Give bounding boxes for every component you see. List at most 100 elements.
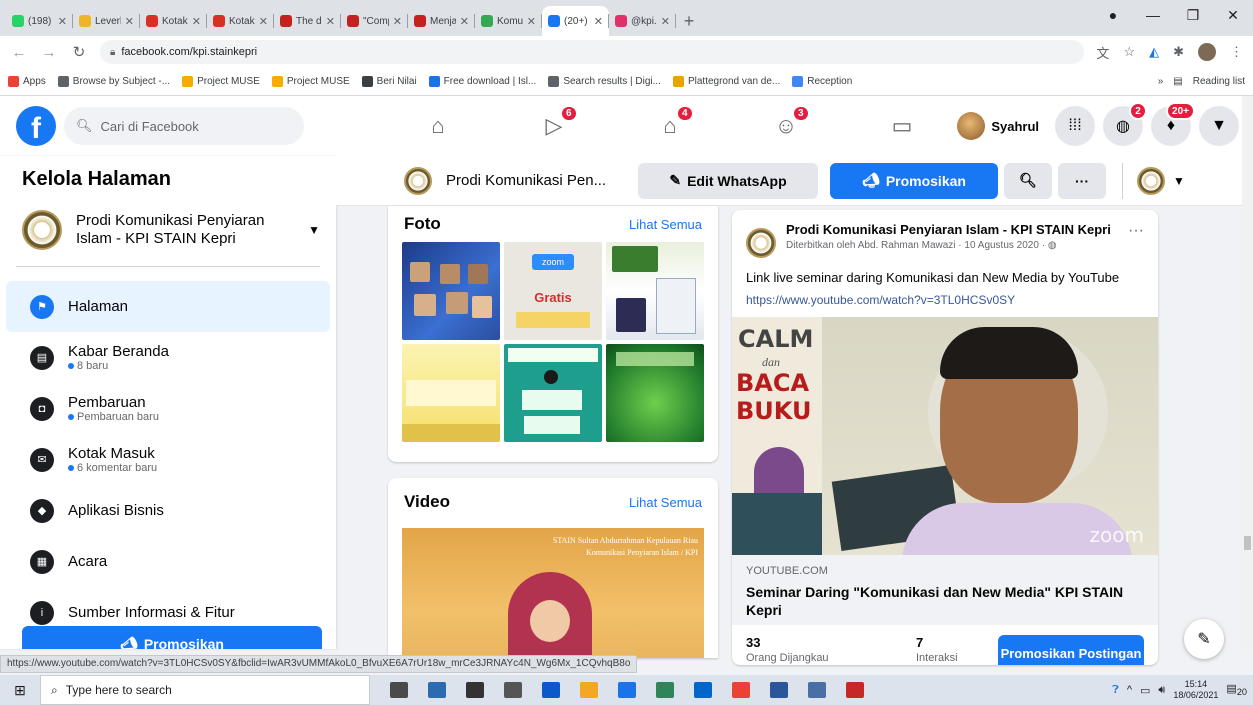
tab-close-icon[interactable]: ✕ (259, 15, 268, 28)
tab-close-icon[interactable]: ✕ (460, 15, 469, 28)
taskbar-clock[interactable]: 15:14 18/06/2021 (1173, 679, 1218, 701)
browser-tab[interactable]: "Compl ✕ (341, 6, 408, 36)
bookmark-star-icon[interactable]: ☆ (1123, 44, 1135, 60)
action-center-icon[interactable]: ▤20 (1226, 682, 1247, 697)
watch-nav-button[interactable]: ▷ 6 (496, 97, 612, 155)
actionbar-page-name[interactable]: Prodi Komunikasi Pen... (446, 172, 626, 189)
facebook-search-input[interactable]: 🔍︎ Cari di Facebook (64, 107, 304, 145)
photo-thumbnail[interactable]: zoom Gratis (504, 242, 602, 340)
browser-tab[interactable]: @kpi.st ✕ (609, 6, 676, 36)
edit-whatsapp-button[interactable]: ✎ Edit WhatsApp (638, 162, 818, 199)
address-bar[interactable]: 🔒︎ facebook.com/kpi.stainkepri (100, 40, 1085, 64)
tray-chevron-icon[interactable]: ^ (1127, 684, 1132, 696)
taskbar-search-input[interactable]: ⌕ Type here to search (40, 675, 370, 705)
help-icon[interactable]: ❓︎ (1112, 684, 1119, 697)
photo-thumbnail[interactable] (504, 344, 602, 442)
windows-start-button[interactable]: ⊞ (0, 682, 40, 699)
account-menu-button[interactable]: ▼ (1199, 106, 1239, 146)
post-more-button[interactable]: ··· (1128, 222, 1144, 240)
photo-thumbnail[interactable] (402, 242, 500, 340)
tab-close-icon[interactable]: ✕ (527, 15, 536, 28)
post-author[interactable]: Prodi Komunikasi Penyiaran Islam - KPI S… (786, 222, 1111, 237)
video-see-all-link[interactable]: Lihat Semua (629, 495, 702, 510)
taskbar-app-button[interactable] (418, 675, 456, 705)
translate-icon[interactable]: 文 (1096, 43, 1109, 62)
sidebar-promote-button[interactable]: 📣︎ Promosikan (22, 626, 322, 649)
browser-menu-icon[interactable]: ⋮ (1230, 44, 1243, 60)
sidebar-item[interactable]: ▤ Kabar Beranda 8 baru (6, 332, 330, 383)
actionbar-page-avatar[interactable] (404, 166, 432, 195)
reading-list-label[interactable]: Reading list (1193, 76, 1245, 87)
extensions-puzzle-icon[interactable]: ✱ (1173, 44, 1184, 60)
video-thumbnail[interactable]: STAIN Sultan Abdurrahman Kepulauan Riau … (402, 528, 704, 658)
restore-button[interactable]: ❐ (1173, 0, 1213, 30)
extension-icon[interactable]: ◭ (1149, 44, 1159, 60)
sidebar-item[interactable]: ✉ Kotak Masuk 6 komentar baru (6, 434, 330, 485)
reading-list-icon[interactable]: ▤ (1173, 76, 1182, 87)
profile-chip[interactable]: Syahrul (953, 108, 1047, 144)
taskbar-app-button[interactable] (494, 675, 532, 705)
link-preview[interactable]: YOUTUBE.COM Seminar Daring "Komunikasi d… (732, 555, 1158, 625)
browser-tab[interactable]: Kotak M ✕ (207, 6, 274, 36)
compose-message-button[interactable]: ✎ (1184, 619, 1224, 659)
taskbar-app-button[interactable] (722, 675, 760, 705)
tab-close-icon[interactable]: ✕ (594, 15, 603, 28)
boost-post-button[interactable]: Promosikan Postingan (998, 635, 1144, 665)
photo-thumbnail[interactable] (402, 344, 500, 442)
bookmark-item[interactable]: Browse by Subject -... (57, 76, 170, 87)
minimize-button[interactable]: — (1133, 0, 1173, 30)
profile-icon[interactable]: ● (1093, 0, 1133, 30)
tab-close-icon[interactable]: ✕ (326, 15, 335, 28)
taskbar-app-button[interactable] (532, 675, 570, 705)
more-bookmarks-icon[interactable]: » (1158, 76, 1164, 87)
bookmark-item[interactable]: Project MUSE (182, 76, 260, 87)
photos-see-all-link[interactable]: Lihat Semua (629, 217, 702, 232)
page-switcher[interactable]: Prodi Komunikasi Penyiaran Islam - KPI S… (0, 202, 336, 258)
photo-thumbnail[interactable] (606, 242, 704, 340)
page-scrollbar[interactable] (1242, 96, 1253, 649)
bookmark-item[interactable]: Project MUSE (271, 76, 350, 87)
more-options-button[interactable]: ··· (1058, 162, 1106, 199)
close-window-button[interactable]: ✕ (1213, 0, 1253, 30)
taskbar-app-button[interactable] (684, 675, 722, 705)
browser-tab[interactable]: Leverhul ✕ (73, 6, 140, 36)
post-page-avatar[interactable] (746, 228, 776, 258)
bookmark-item[interactable]: Search results | Digi... (548, 76, 661, 87)
voice-selector[interactable]: ▼ (1137, 166, 1185, 195)
tab-close-icon[interactable]: ✕ (393, 15, 402, 28)
back-button[interactable]: ← (10, 44, 28, 61)
bookmark-item[interactable]: Free download | Isl... (428, 76, 536, 87)
sidebar-item[interactable]: ▦ Acara (6, 536, 330, 587)
forward-button[interactable]: → (40, 44, 58, 61)
notifications-button[interactable]: ♦ 20+ (1151, 102, 1195, 146)
volume-icon[interactable]: 🔊︎ (1158, 684, 1165, 697)
facebook-logo-icon[interactable]: f (16, 106, 56, 146)
browser-tab[interactable]: Komuni ✕ (475, 6, 542, 36)
bookmark-item[interactable]: Reception (792, 76, 852, 87)
gaming-nav-button[interactable]: ▭ (844, 97, 960, 155)
network-icon[interactable]: ▭ (1140, 684, 1150, 697)
actionbar-promote-button[interactable]: 📣︎ Promosikan (830, 162, 998, 199)
photo-thumbnail[interactable] (606, 344, 704, 442)
bookmark-item[interactable]: Apps (8, 76, 46, 87)
browser-tab[interactable]: (20+) P ✕ (542, 6, 609, 36)
messenger-button[interactable]: ◍ 2 (1103, 102, 1147, 146)
tab-close-icon[interactable]: ✕ (192, 15, 201, 28)
browser-tab[interactable]: The digi ✕ (274, 6, 341, 36)
browser-tab[interactable]: (198) Wh ✕ (6, 6, 73, 36)
taskbar-app-button[interactable] (798, 675, 836, 705)
browser-tab[interactable]: Menjaga ✕ (408, 6, 475, 36)
tab-close-icon[interactable]: ✕ (58, 15, 67, 28)
profile-avatar[interactable] (1198, 43, 1216, 61)
bookmark-item[interactable]: Beri Nilai (361, 76, 417, 87)
bookmark-item[interactable]: Plattegrond van de... (672, 76, 780, 87)
taskbar-app-button[interactable] (570, 675, 608, 705)
marketplace-nav-button[interactable]: ⌂ 4 (612, 97, 728, 155)
post-link[interactable]: https://www.youtube.com/watch?v=3TL0HCSv… (732, 285, 1158, 307)
taskbar-app-button[interactable] (380, 675, 418, 705)
menu-grid-button[interactable]: ⁞⁞⁞ (1055, 106, 1095, 146)
reload-button[interactable]: ↻ (70, 43, 88, 61)
groups-nav-button[interactable]: ☺ 3 (728, 97, 844, 155)
tab-close-icon[interactable]: ✕ (125, 15, 134, 28)
taskbar-app-button[interactable] (760, 675, 798, 705)
